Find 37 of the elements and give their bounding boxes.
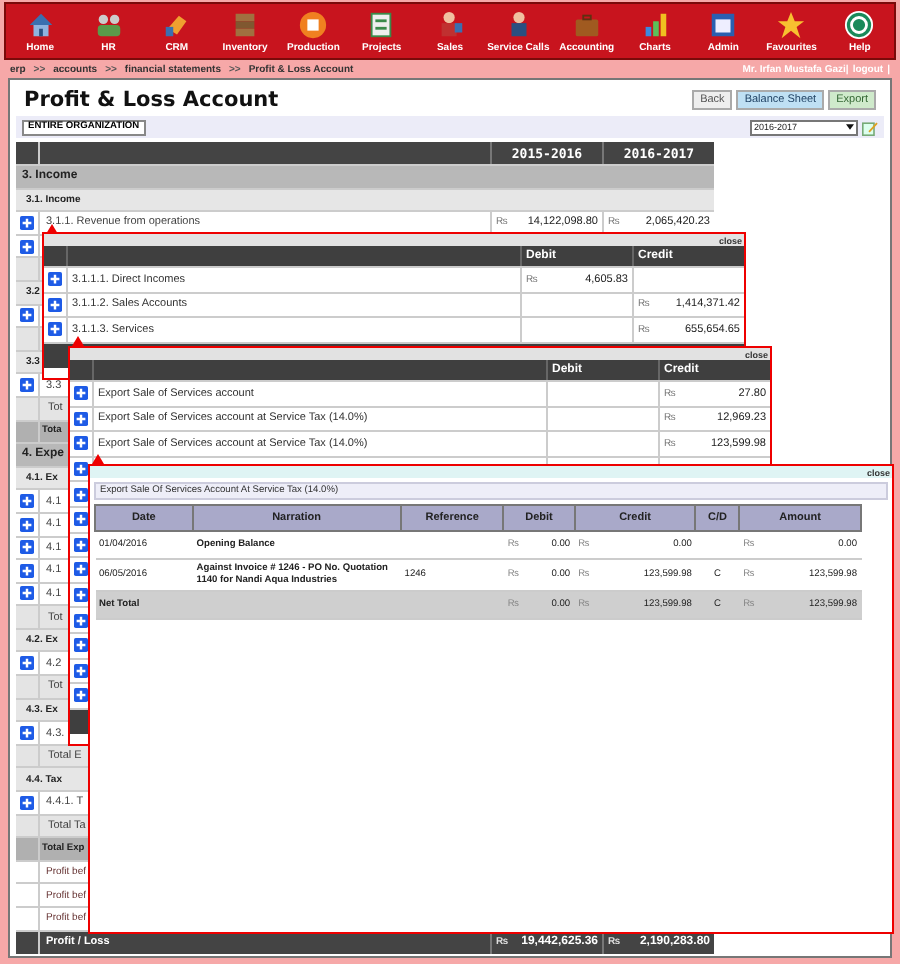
expand-icon[interactable] (74, 411, 88, 426)
expand-icon[interactable] (74, 512, 88, 527)
expand-icon[interactable] (48, 272, 62, 287)
window-icon (708, 9, 739, 39)
star-icon (776, 9, 807, 39)
caret-icon (846, 124, 854, 130)
expand-icon[interactable] (74, 562, 88, 577)
expand-icon[interactable] (20, 239, 34, 254)
expand-icon[interactable] (20, 586, 34, 601)
expand-icon[interactable] (74, 688, 88, 703)
help-icon (844, 9, 875, 39)
expand-icon[interactable] (74, 537, 88, 552)
expand-icon[interactable] (20, 726, 34, 741)
expand-icon[interactable] (74, 638, 88, 653)
expand-icon[interactable] (74, 462, 88, 477)
expand-icon[interactable] (20, 378, 34, 393)
briefcase-icon (571, 9, 602, 39)
house-icon (25, 9, 56, 39)
expand-icon[interactable] (48, 297, 62, 312)
expand-icon[interactable] (20, 494, 34, 509)
expand-icon[interactable] (74, 436, 88, 451)
expand-icon[interactable] (20, 540, 34, 555)
expand-icon[interactable] (74, 613, 88, 628)
expand-icon[interactable] (48, 322, 62, 337)
page-title: Profit & Loss Account (24, 88, 279, 112)
document-icon (366, 9, 397, 39)
expand-icon[interactable] (20, 215, 34, 230)
expand-icon[interactable] (74, 663, 88, 678)
expand-icon[interactable] (20, 795, 34, 810)
expand-icon[interactable] (74, 487, 88, 502)
expand-icon[interactable] (20, 563, 34, 578)
expand-icon[interactable] (74, 588, 88, 603)
people-icon (93, 9, 124, 39)
expand-icon[interactable] (20, 656, 34, 671)
expand-icon[interactable] (20, 308, 34, 323)
expand-icon[interactable] (20, 517, 34, 532)
expand-icon[interactable] (74, 386, 88, 401)
